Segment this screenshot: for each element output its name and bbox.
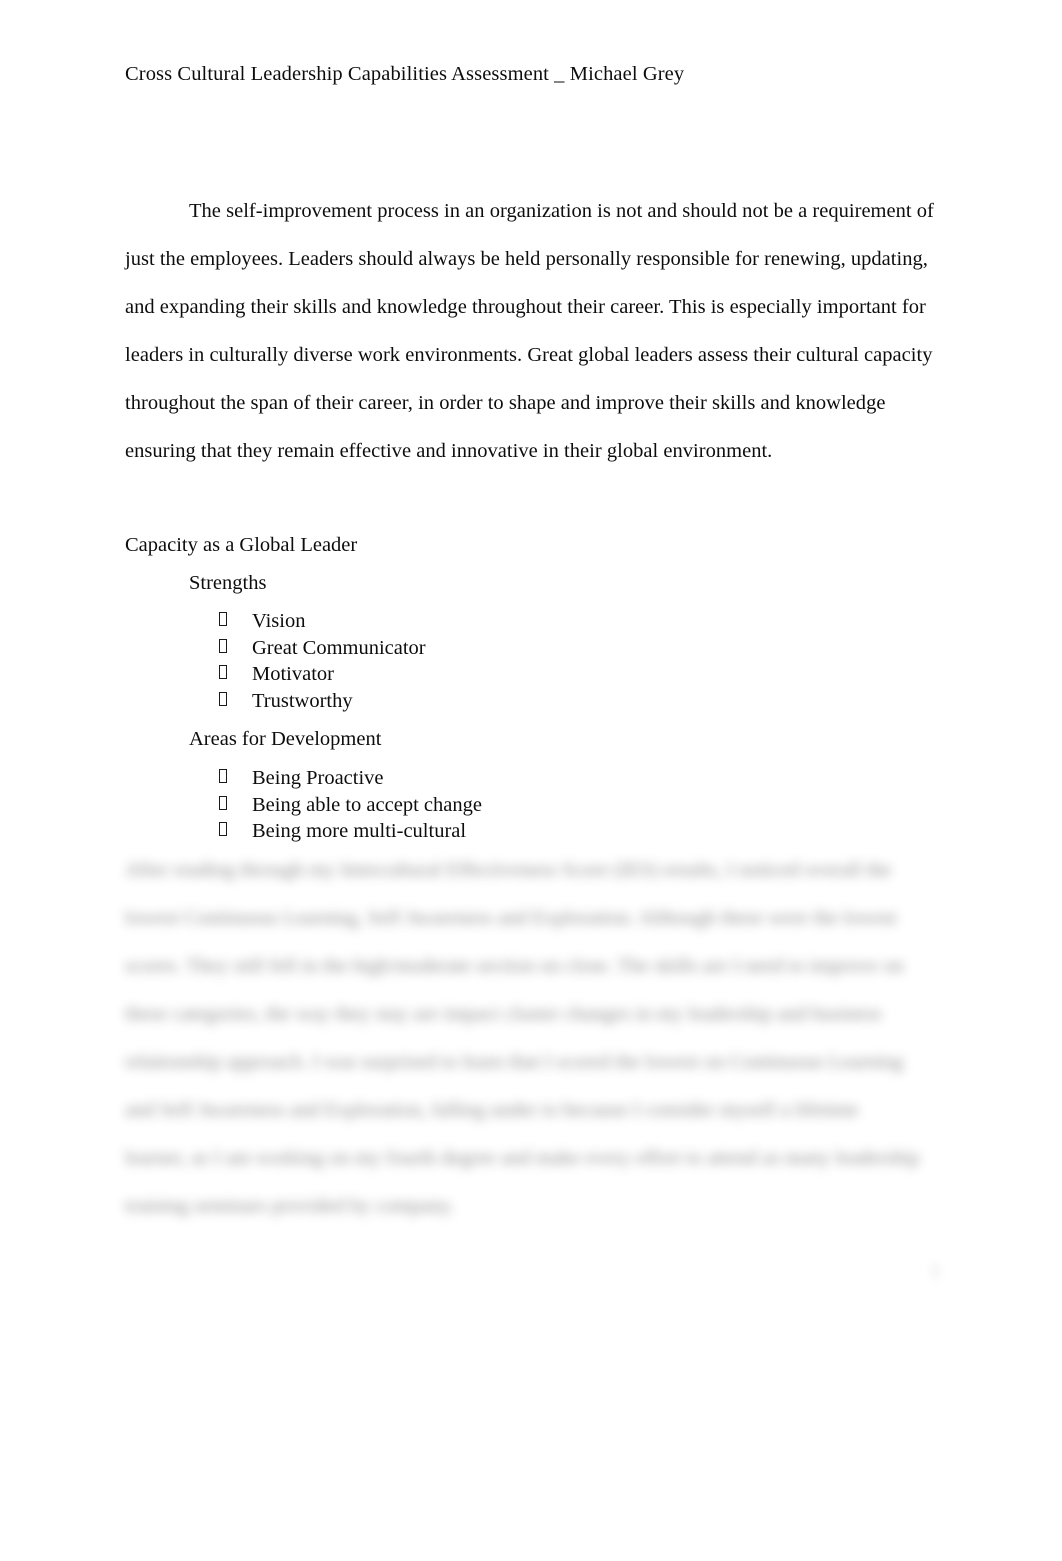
list-item: Vision <box>219 608 426 635</box>
missing-glyph-bullet-icon <box>219 769 227 783</box>
redacted-line: lowest Continuous Learning, Self Awarene… <box>125 907 897 929</box>
running-header: Cross Cultural Leadership Capabilities A… <box>125 63 685 85</box>
heading-strengths: Strengths <box>189 572 267 594</box>
strengths-list: Vision Great Communicator Motivator Trus… <box>219 608 426 714</box>
missing-glyph-bullet-icon <box>219 795 227 810</box>
list-item-label: Being Proactive <box>252 767 384 789</box>
heading-capacity-as-a-global-leader: Capacity as a Global Leader <box>125 534 358 556</box>
redacted-line: learner, as I am working on my fourth de… <box>125 1147 920 1169</box>
redacted-line: and Self Awareness and Exploration, fall… <box>125 1099 859 1121</box>
redacted-line: scores. They still fell in the high/mode… <box>125 955 904 977</box>
intro-paragraph: The self-improvement process in an organ… <box>125 199 934 462</box>
missing-glyph-bullet-icon <box>219 638 227 653</box>
missing-glyph-bullet-icon <box>219 665 227 679</box>
redacted-line: relationship approach. I was surprised t… <box>125 1051 904 1073</box>
list-item: Being Proactive <box>219 765 482 792</box>
missing-glyph-bullet-icon <box>219 612 227 626</box>
areas-for-development-list: Being Proactive Being able to accept cha… <box>219 765 482 845</box>
redacted-line: training seminars provided by company. <box>125 1195 455 1217</box>
list-item: Trustworthy <box>219 688 426 715</box>
missing-glyph-bullet-icon <box>219 822 227 836</box>
heading-areas-for-development: Areas for Development <box>189 728 382 750</box>
list-item: Great Communicator <box>219 635 426 662</box>
redacted-line: After reading through my Intercultural E… <box>125 859 892 881</box>
list-item: Being able to accept change <box>219 792 482 819</box>
list-item-label: Being able to accept change <box>252 793 482 816</box>
document-page: Cross Cultural Leadership Capabilities A… <box>0 0 1062 1561</box>
list-item-label: Vision <box>252 610 306 632</box>
redacted-paragraph: After reading through my Intercultural E… <box>125 846 940 1230</box>
list-item-label: Being more multi-cultural <box>252 820 467 842</box>
list-item: Motivator <box>219 661 426 688</box>
list-item-label: Trustworthy <box>252 689 353 712</box>
list-item-label: Great Communicator <box>252 636 426 659</box>
list-item: Being more multi-cultural <box>219 818 482 845</box>
list-item-label: Motivator <box>252 663 334 685</box>
page-number: 1 <box>930 1260 940 1282</box>
redacted-line: these categories, the way they stay are … <box>125 1003 882 1025</box>
missing-glyph-bullet-icon <box>219 691 227 706</box>
